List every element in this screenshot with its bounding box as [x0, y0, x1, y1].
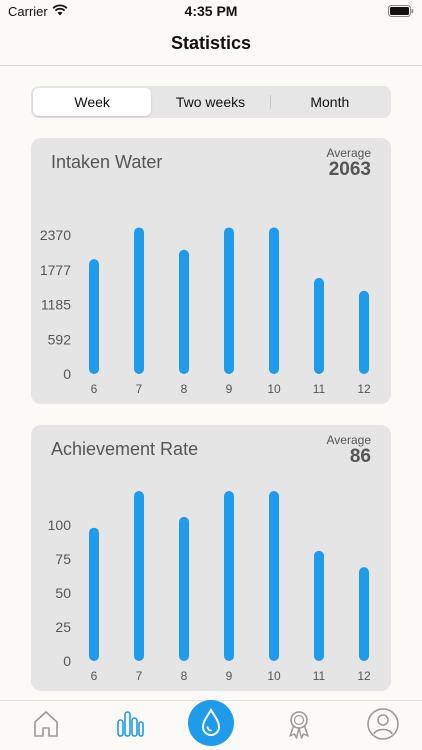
bar-7 — [134, 227, 144, 374]
bar-7 — [134, 491, 144, 661]
y-tick-label: 50 — [55, 585, 71, 601]
tab-water[interactable] — [188, 700, 234, 746]
period-segmented-control[interactable]: Week Two weeks Month — [31, 86, 391, 118]
x-tick-label: 6 — [91, 382, 98, 396]
y-tick-label: 75 — [55, 551, 71, 567]
bar-8 — [179, 516, 189, 661]
x-tick-label: 12 — [357, 669, 371, 683]
y-tick-label: 0 — [63, 366, 71, 382]
status-bar: Carrier 4:35 PM — [0, 0, 422, 24]
y-tick-label: 1185 — [41, 297, 71, 313]
page-title: Statistics — [170, 33, 252, 53]
bar-12 — [359, 290, 369, 374]
bar-6 — [89, 527, 99, 661]
tab-statistics[interactable] — [113, 707, 147, 741]
y-tick-label: 2370 — [40, 227, 71, 243]
x-tick-label: 7 — [136, 382, 143, 396]
award-icon — [289, 711, 309, 739]
bar-11 — [314, 550, 324, 661]
x-tick-label: 6 — [91, 669, 98, 683]
water-drop-icon — [201, 707, 221, 736]
achievement-rate-chart: 0 25 50 75 100 6 7 8 9 10 11 12 — [48, 491, 371, 683]
achievement-rate-card: Achievement Rate Average 86 0 25 50 75 100 6 7… — [31, 425, 391, 691]
profile-icon — [367, 708, 399, 740]
segment-month[interactable]: Month — [271, 88, 389, 116]
tab-bar — [0, 700, 422, 750]
x-tick-label: 9 — [226, 382, 233, 396]
nav-divider — [0, 65, 422, 66]
bar-6 — [89, 259, 99, 374]
x-tick-label: 11 — [313, 669, 326, 683]
x-tick-label: 11 — [313, 382, 326, 396]
y-tick-label: 25 — [55, 619, 71, 635]
x-tick-label: 8 — [181, 669, 188, 683]
x-tick-label: 10 — [267, 382, 281, 396]
bar-11 — [314, 277, 324, 374]
intaken-water-chart: 0 592 1185 1777 2370 6 7 8 9 10 11 12 — [40, 227, 371, 396]
battery-icon — [388, 5, 414, 17]
bar-9 — [224, 491, 234, 661]
segment-two-weeks[interactable]: Two weeks — [151, 88, 269, 116]
x-tick-label: 12 — [357, 382, 371, 396]
y-tick-label: 100 — [48, 517, 72, 533]
bar-8 — [179, 249, 189, 374]
status-time: 4:35 PM — [184, 3, 238, 19]
tab-home[interactable] — [29, 707, 63, 741]
x-tick-label: 9 — [226, 669, 233, 683]
bar-10 — [269, 227, 279, 374]
bar-9 — [224, 227, 234, 374]
tab-profile[interactable] — [366, 707, 400, 741]
bar-12 — [359, 567, 369, 661]
statistics-icon — [117, 711, 144, 737]
home-icon — [34, 711, 58, 737]
segment-week[interactable]: Week — [33, 88, 152, 116]
x-tick-label: 7 — [136, 669, 143, 683]
intaken-water-card: Intaken Water Average 2063 0 592 1185 1777 2… — [31, 138, 391, 404]
y-tick-label: 1777 — [40, 262, 71, 278]
y-tick-label: 0 — [63, 653, 71, 669]
y-tick-label: 592 — [48, 331, 72, 347]
tab-achievements[interactable] — [282, 707, 316, 741]
x-tick-label: 10 — [267, 669, 281, 683]
x-tick-label: 8 — [181, 382, 188, 396]
bar-10 — [269, 491, 279, 661]
